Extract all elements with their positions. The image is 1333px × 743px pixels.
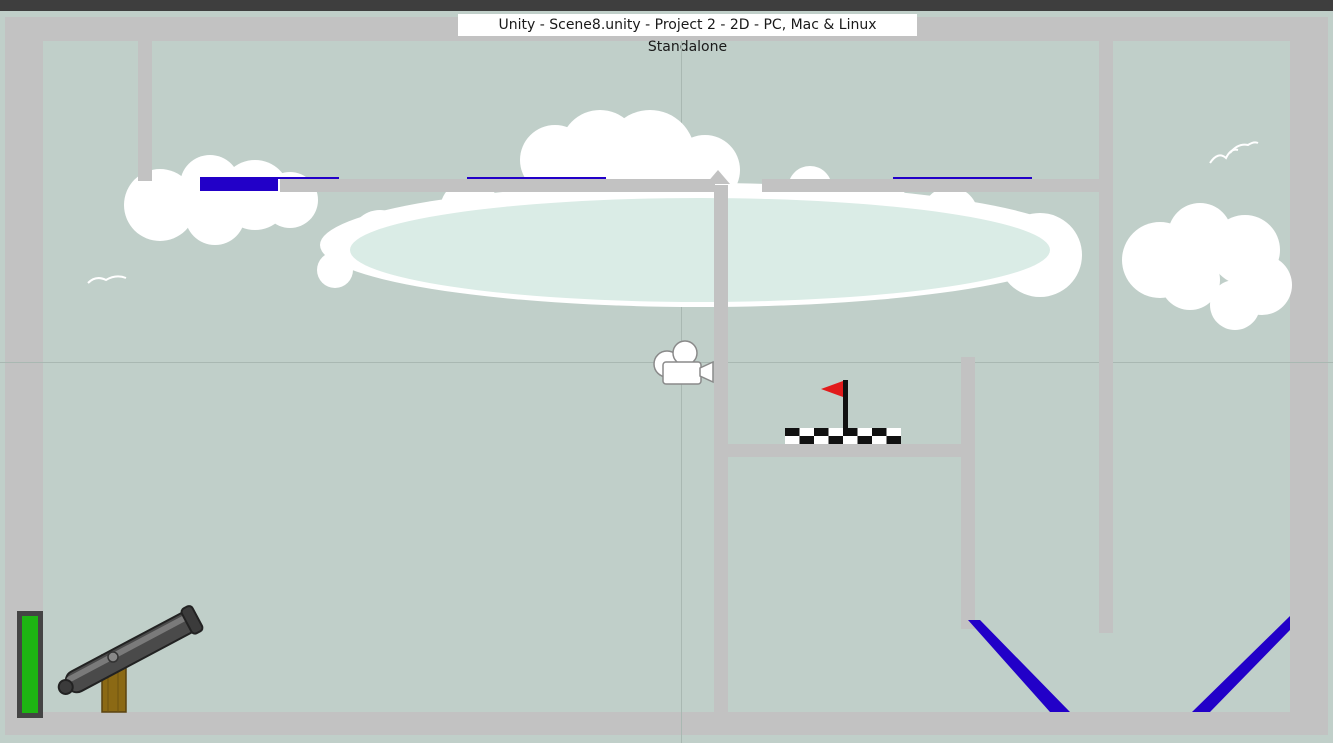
cannon-icon[interactable] [0, 0, 1333, 743]
